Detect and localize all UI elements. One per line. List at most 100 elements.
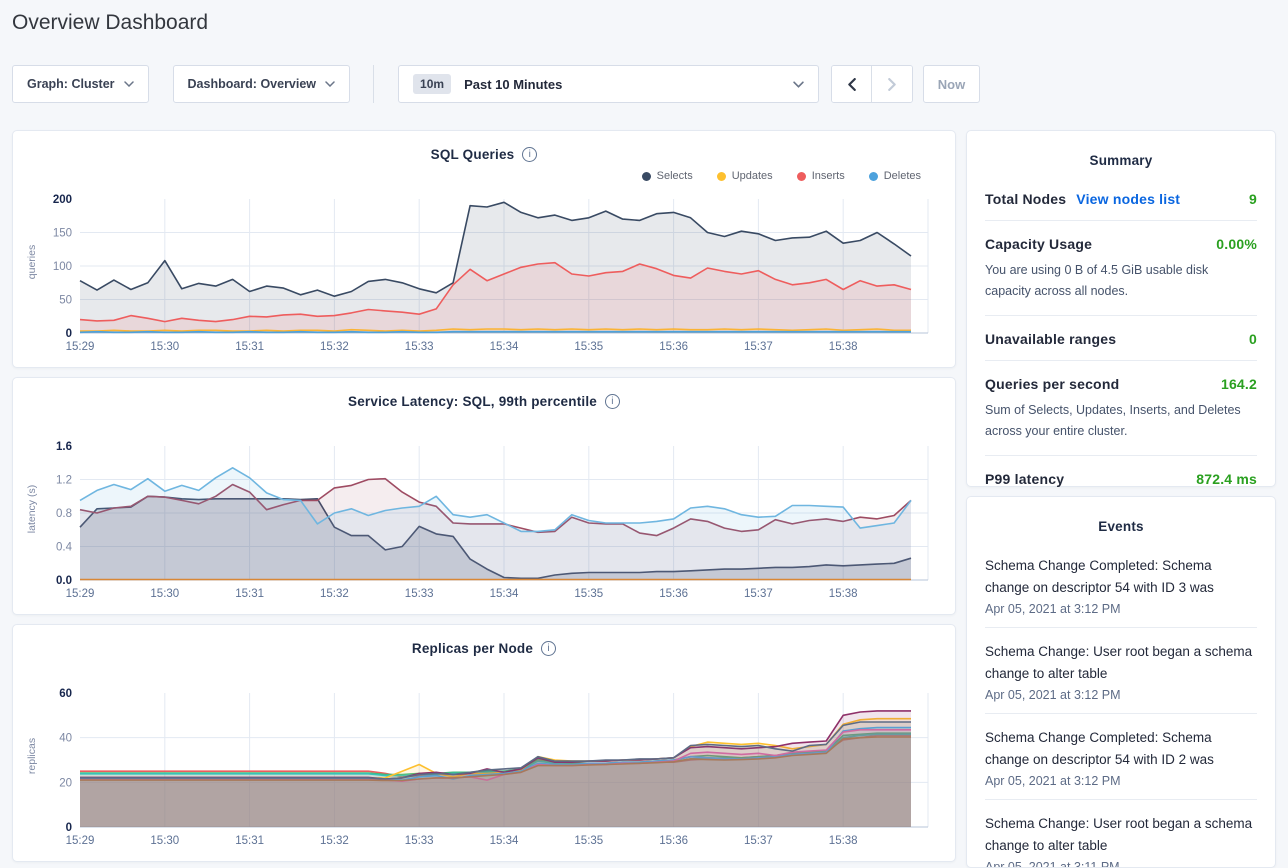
- summary-row-label: Unavailable ranges: [985, 331, 1116, 347]
- legend-dot-icon: [797, 172, 806, 181]
- svg-text:15:38: 15:38: [829, 835, 858, 847]
- svg-text:100: 100: [53, 261, 72, 273]
- summary-row-value: 872.4 ms: [1196, 471, 1257, 487]
- svg-text:15:33: 15:33: [405, 835, 434, 847]
- info-icon[interactable]: i: [522, 147, 537, 162]
- svg-text:15:29: 15:29: [66, 341, 95, 353]
- info-icon[interactable]: i: [605, 394, 620, 409]
- legend-item[interactable]: Updates: [717, 170, 773, 182]
- summary-row: Unavailable ranges 0: [985, 316, 1257, 361]
- legend-item[interactable]: Selects: [642, 170, 693, 182]
- summary-row-value: 164.2: [1221, 376, 1257, 392]
- legend-item[interactable]: Deletes: [869, 170, 921, 182]
- legend-item[interactable]: Inserts: [797, 170, 845, 182]
- svg-text:15:35: 15:35: [574, 341, 603, 353]
- service-latency-panel: Service Latency: SQL, 99th percentile i …: [12, 377, 956, 615]
- chart-canvas[interactable]: 0.00.40.81.21.615:2915:3015:3115:3215:33…: [20, 440, 950, 610]
- summary-row: Queries per second 164.2 Sum of Selects, U…: [985, 361, 1257, 456]
- svg-text:200: 200: [53, 194, 72, 206]
- legend-dot-icon: [642, 172, 651, 181]
- replicas-per-node-panel: Replicas per Node i replicas 020406015:2…: [12, 624, 956, 862]
- summary-row: Capacity Usage0.00%You are using 0 B of …: [985, 221, 1257, 316]
- svg-text:15:34: 15:34: [490, 341, 519, 353]
- summary-row-label: P99 latency: [985, 471, 1064, 487]
- chevron-right-icon: [888, 78, 897, 91]
- svg-text:40: 40: [59, 733, 72, 745]
- svg-text:15:30: 15:30: [150, 588, 179, 600]
- svg-text:150: 150: [53, 228, 72, 240]
- now-button[interactable]: Now: [923, 65, 980, 103]
- time-step-buttons: [831, 65, 913, 103]
- sidebar: Summary Total NodesView nodes list9Capac…: [966, 130, 1276, 868]
- svg-text:1.6: 1.6: [56, 441, 72, 453]
- chevron-down-icon: [793, 81, 804, 88]
- chart-title: Replicas per Node: [412, 641, 533, 656]
- page-title: Overview Dashboard: [12, 11, 208, 35]
- svg-text:15:34: 15:34: [490, 588, 519, 600]
- time-range-label: Past 10 Minutes: [464, 77, 562, 92]
- svg-text:15:38: 15:38: [829, 588, 858, 600]
- controls-bar: Graph: Cluster Dashboard: Overview 10m P…: [12, 65, 980, 103]
- summary-row-label: Capacity Usage: [985, 236, 1092, 252]
- graph-dropdown-label: Graph: Cluster: [27, 77, 115, 91]
- svg-text:15:37: 15:37: [744, 835, 773, 847]
- svg-text:15:33: 15:33: [405, 341, 434, 353]
- svg-text:15:34: 15:34: [490, 835, 519, 847]
- svg-text:15:30: 15:30: [150, 835, 179, 847]
- graph-dropdown[interactable]: Graph: Cluster: [12, 65, 149, 103]
- svg-text:15:29: 15:29: [66, 588, 95, 600]
- svg-text:15:33: 15:33: [405, 588, 434, 600]
- svg-text:0.0: 0.0: [56, 575, 72, 587]
- svg-text:15:36: 15:36: [659, 341, 688, 353]
- event-item: Schema Change Completed: Schema change o…: [985, 542, 1257, 628]
- svg-text:15:36: 15:36: [659, 835, 688, 847]
- legend-dot-icon: [869, 172, 878, 181]
- chart-canvas[interactable]: 020406015:2915:3015:3115:3215:3315:3415:…: [20, 687, 950, 857]
- chart-legend: Selects Updates Inserts Deletes: [642, 170, 921, 182]
- sql-queries-panel: SQL Queries i SelectsUpdatesInsertsDelet…: [12, 130, 956, 368]
- legend-label: Updates: [732, 170, 773, 182]
- summary-row-label: Queries per second: [985, 376, 1119, 392]
- time-range-badge: 10m: [413, 74, 451, 94]
- svg-text:15:36: 15:36: [659, 588, 688, 600]
- event-timestamp: Apr 05, 2021 at 3:12 PM: [985, 602, 1257, 616]
- svg-text:0.4: 0.4: [56, 542, 73, 554]
- charts-column: SQL Queries i SelectsUpdatesInsertsDelet…: [12, 130, 956, 868]
- time-range-picker[interactable]: 10m Past 10 Minutes: [398, 65, 819, 103]
- summary-rows: Total NodesView nodes list9Capacity Usag…: [985, 176, 1257, 500]
- time-back-button[interactable]: [832, 66, 872, 102]
- chart-canvas[interactable]: 05010015020015:2915:3015:3115:3215:3315:…: [20, 193, 950, 363]
- svg-text:0: 0: [66, 822, 72, 834]
- svg-text:15:31: 15:31: [235, 341, 264, 353]
- events-list: Schema Change Completed: Schema change o…: [985, 542, 1257, 868]
- summary-row-label: Total Nodes: [985, 191, 1066, 207]
- event-timestamp: Apr 05, 2021 at 3:11 PM: [985, 860, 1257, 868]
- event-timestamp: Apr 05, 2021 at 3:12 PM: [985, 688, 1257, 702]
- svg-text:15:35: 15:35: [574, 835, 603, 847]
- svg-text:0.8: 0.8: [56, 508, 72, 520]
- view-nodes-link[interactable]: View nodes list: [1076, 191, 1180, 207]
- summary-row-value: 0: [1249, 331, 1257, 347]
- info-icon[interactable]: i: [541, 641, 556, 656]
- svg-text:15:38: 15:38: [829, 341, 858, 353]
- event-message: Schema Change: User root began a schema …: [985, 641, 1257, 685]
- dashboard-dropdown-label: Dashboard: Overview: [188, 77, 317, 91]
- event-timestamp: Apr 05, 2021 at 3:12 PM: [985, 774, 1257, 788]
- svg-text:60: 60: [59, 688, 72, 700]
- summary-row-description: Sum of Selects, Updates, Inserts, and De…: [985, 400, 1257, 442]
- time-forward-button[interactable]: [872, 66, 912, 102]
- svg-text:15:37: 15:37: [744, 588, 773, 600]
- chevron-left-icon: [847, 78, 856, 91]
- svg-text:20: 20: [59, 777, 72, 789]
- summary-row: P99 latency 872.4 ms: [985, 456, 1257, 500]
- legend-label: Inserts: [812, 170, 845, 182]
- svg-text:15:37: 15:37: [744, 341, 773, 353]
- event-message: Schema Change: User root began a schema …: [985, 813, 1257, 857]
- event-item: Schema Change Completed: Schema change o…: [985, 714, 1257, 800]
- events-title: Events: [985, 497, 1257, 542]
- svg-text:0: 0: [66, 328, 72, 340]
- controls-divider: [373, 65, 374, 103]
- dashboard-dropdown[interactable]: Dashboard: Overview: [173, 65, 351, 103]
- legend-dot-icon: [717, 172, 726, 181]
- legend-label: Selects: [657, 170, 693, 182]
